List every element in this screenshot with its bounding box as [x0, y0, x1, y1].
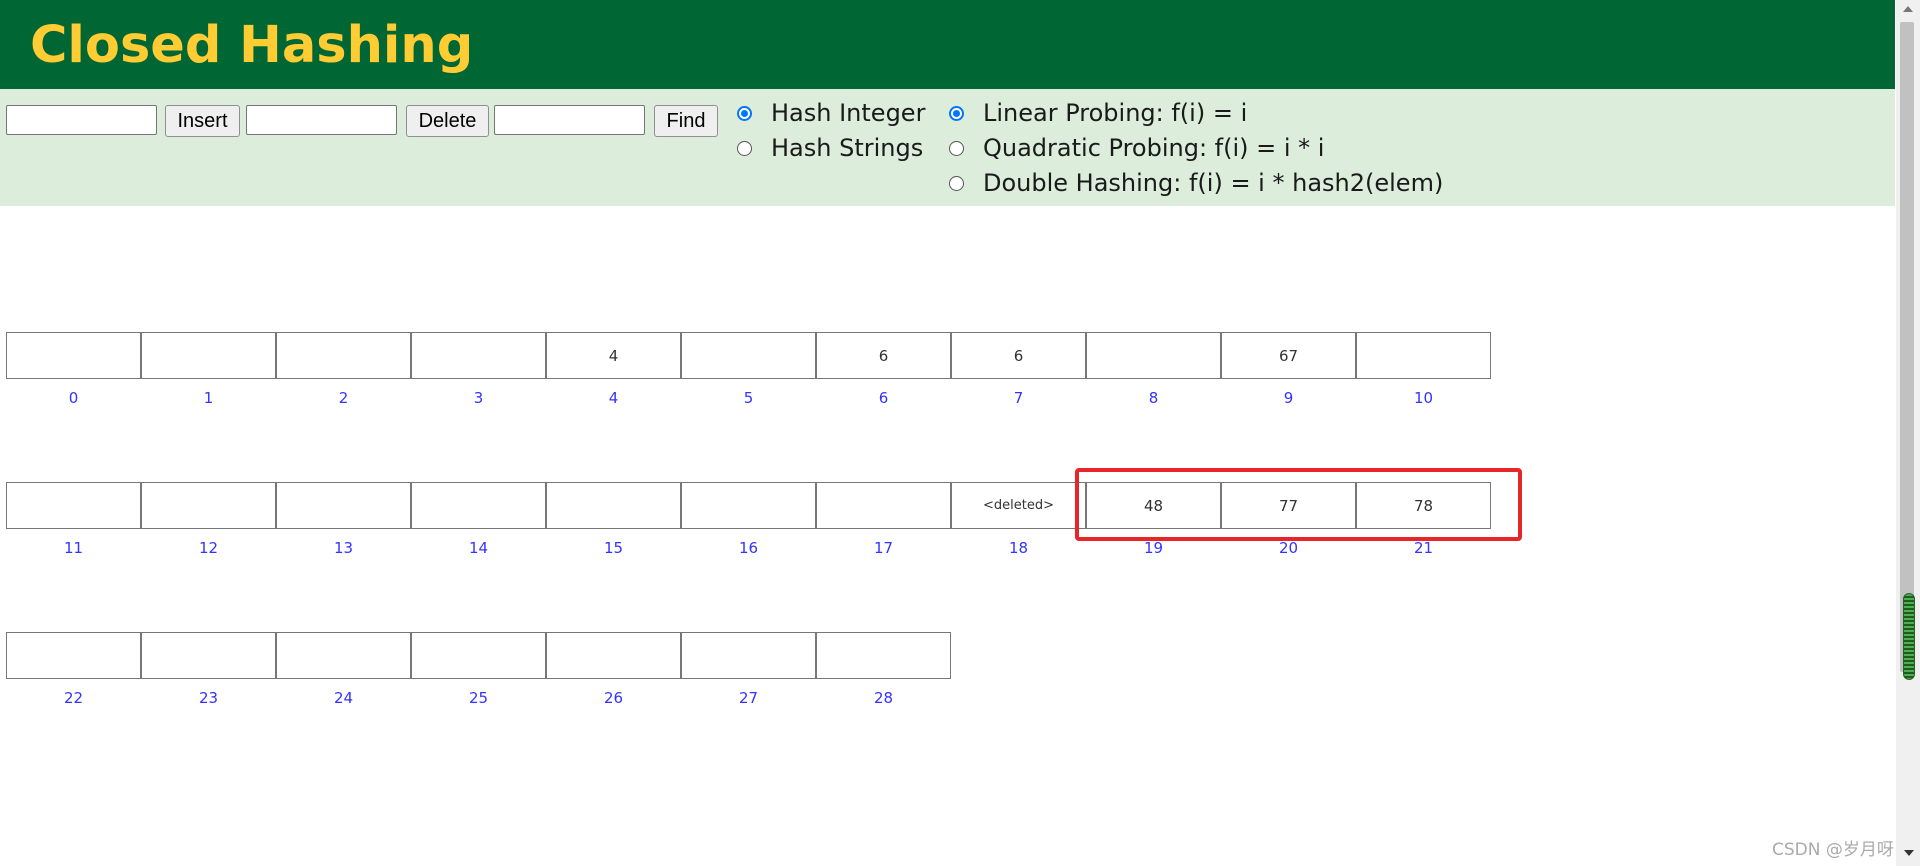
radio-button[interactable]	[949, 175, 964, 191]
radio-button-checked[interactable]	[949, 105, 964, 121]
hash-table-index-label: 6	[878, 389, 889, 407]
hash-table-index-label: 1	[203, 389, 214, 407]
find-button[interactable]: Find	[654, 105, 718, 137]
hash-table-cell	[276, 332, 411, 379]
radio-double-hashing[interactable]: Double Hashing: f(i) = i * hash2(elem)	[949, 167, 1443, 199]
scroll-down-arrow-icon[interactable]	[1904, 850, 1914, 856]
hash-table-index-label: 4	[608, 389, 619, 407]
hash-table-cell	[276, 632, 411, 679]
hash-table-cell	[681, 632, 816, 679]
hash-table-index-label: 21	[1413, 539, 1434, 557]
hash-table-cell: 4	[546, 332, 681, 379]
hash-table-cell	[681, 482, 816, 529]
hash-table-index-label: 25	[468, 689, 489, 707]
hash-table-cell	[816, 482, 951, 529]
hash-table-index-label: 27	[738, 689, 759, 707]
hash-table-cell	[411, 482, 546, 529]
watermark-text: CSDN @岁月呀	[1772, 840, 1894, 860]
hash-table-cell	[1086, 332, 1221, 379]
hash-table-index-label: 7	[1013, 389, 1024, 407]
hash-table-index-label: 0	[68, 389, 79, 407]
hash-table-cell	[816, 632, 951, 679]
hash-table-index-label: 2	[338, 389, 349, 407]
hash-table-index-label: 11	[63, 539, 84, 557]
hash-table-cell	[1356, 332, 1491, 379]
hash-table-cell	[141, 482, 276, 529]
hash-table-index-label: 13	[333, 539, 354, 557]
radio-button[interactable]	[737, 140, 752, 156]
hash-table-index-label: 26	[603, 689, 624, 707]
hash-table-index-label: 17	[873, 539, 894, 557]
hash-table-index-label: 9	[1283, 389, 1294, 407]
hash-table-index-label: 5	[743, 389, 754, 407]
radio-linear-probing[interactable]: Linear Probing: f(i) = i	[949, 97, 1247, 129]
hash-table-cell: 6	[951, 332, 1086, 379]
highlight-annotation-box	[1075, 468, 1522, 541]
hash-table-index-label: 8	[1148, 389, 1159, 407]
hash-table-cell	[141, 332, 276, 379]
hash-table-index-label: 14	[468, 539, 489, 557]
hash-table-index-label: 20	[1278, 539, 1299, 557]
page-title: Closed Hashing	[30, 16, 474, 75]
hash-table-cell	[276, 482, 411, 529]
hash-table-index-label: 10	[1413, 389, 1434, 407]
hash-table-cell	[411, 332, 546, 379]
scroll-up-arrow-icon[interactable]	[1903, 6, 1913, 12]
radio-button[interactable]	[949, 140, 964, 156]
hash-table-index-label: 16	[738, 539, 759, 557]
hash-table-cell	[141, 632, 276, 679]
hash-table-cell	[6, 332, 141, 379]
hash-table-index-label: 3	[473, 389, 484, 407]
scrollbar-thumb[interactable]	[1900, 22, 1914, 672]
radio-label: Hash Strings	[771, 134, 924, 162]
hash-table-cell: 67	[1221, 332, 1356, 379]
header-bar: Closed Hashing	[0, 0, 1895, 89]
radio-button-checked[interactable]	[737, 105, 752, 121]
radio-label: Hash Integer	[771, 99, 926, 127]
hash-table-index-label: 28	[873, 689, 894, 707]
radio-label: Double Hashing: f(i) = i * hash2(elem)	[983, 169, 1444, 197]
radio-label: Linear Probing: f(i) = i	[983, 99, 1248, 127]
delete-button[interactable]: Delete	[406, 105, 489, 137]
insert-input[interactable]	[6, 105, 157, 135]
radio-quadratic-probing[interactable]: Quadratic Probing: f(i) = i * i	[949, 132, 1324, 164]
hash-table-index-label: 18	[1008, 539, 1029, 557]
radio-label: Quadratic Probing: f(i) = i * i	[983, 134, 1325, 162]
hash-table-index-label: 12	[198, 539, 219, 557]
hash-table-cell	[546, 632, 681, 679]
hash-table-index-label: 19	[1143, 539, 1164, 557]
hash-table-cell	[681, 332, 816, 379]
hash-table-cell: <deleted>	[951, 482, 1086, 529]
hash-table-index-label: 22	[63, 689, 84, 707]
hash-table-cell	[6, 632, 141, 679]
scrollbar-grip-icon[interactable]	[1903, 593, 1915, 680]
hash-table-cell: 6	[816, 332, 951, 379]
delete-input[interactable]	[246, 105, 397, 135]
hash-table-index-label: 23	[198, 689, 219, 707]
hash-table-index-label: 15	[603, 539, 624, 557]
hash-table-cell	[546, 482, 681, 529]
radio-hash-strings[interactable]: Hash Strings	[737, 132, 923, 164]
hash-table-cell	[6, 482, 141, 529]
radio-hash-integer[interactable]: Hash Integer	[737, 97, 925, 129]
insert-button[interactable]: Insert	[165, 105, 240, 137]
hash-table-index-label: 24	[333, 689, 354, 707]
hash-table-cell	[411, 632, 546, 679]
find-input[interactable]	[494, 105, 645, 135]
